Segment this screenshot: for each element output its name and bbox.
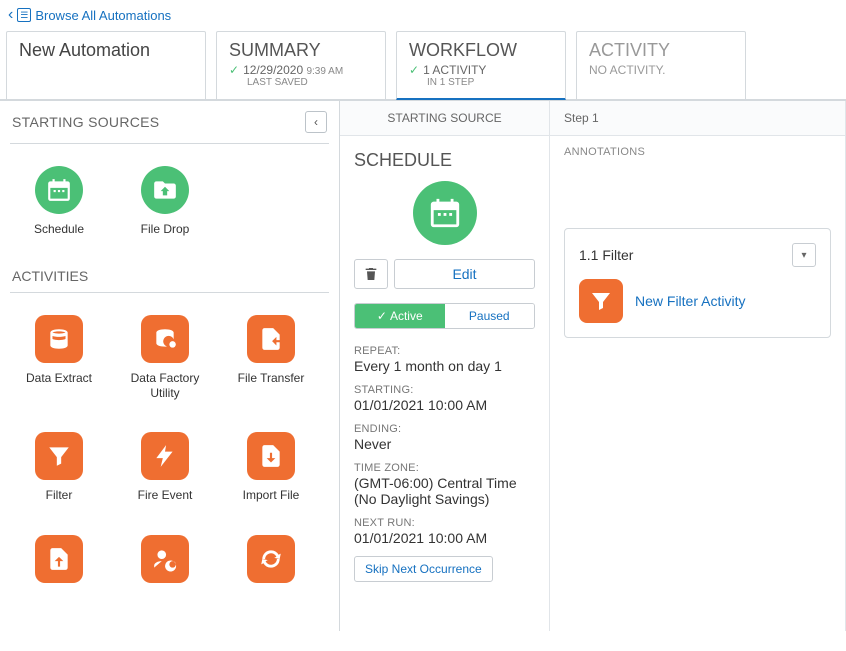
activity-tile-fileimport[interactable]: Import File [232,432,310,502]
usergear-icon [141,535,189,583]
activity-tile-fileup[interactable] [20,535,98,591]
starting-value: 01/01/2021 10:00 AM [354,397,535,413]
nextrun-label: NEXT RUN: [354,517,535,529]
activity-tab[interactable]: ACTIVITY NO ACTIVITY. [576,31,746,100]
workflow-line: ✓1 ACTIVITY [409,63,553,77]
activity-tile-filetransfer[interactable]: File Transfer [232,315,310,400]
source-tile-calendar[interactable]: Schedule [20,166,98,236]
db-icon [35,315,83,363]
calendar-icon [413,181,477,245]
nextrun-value: 01/01/2021 10:00 AM [354,530,535,546]
funnel-icon [35,432,83,480]
summary-title: SUMMARY [229,40,373,61]
dbgear-icon [141,315,189,363]
tile-label: Import File [243,488,300,502]
canvas-pane: STARTING SOURCE SCHEDULE Edit ✓Active Pa… [340,101,846,631]
breadcrumb-link[interactable]: Browse All Automations [35,8,171,23]
palette-pane: STARTING SOURCES ‹ Schedule File Drop ACT… [0,101,340,631]
annotations-label: ANNOTATIONS [550,136,845,168]
summary-date-line: ✓12/29/2020 9:39 AM [229,63,373,77]
tile-label: Schedule [34,222,84,236]
tile-label: Data Extract [26,371,92,385]
summary-tab[interactable]: SUMMARY ✓12/29/2020 9:39 AM LAST SAVED [216,31,386,100]
starting-label: STARTING: [354,384,535,396]
tile-label: File Transfer [238,371,305,385]
starting-sources-label: STARTING SOURCES [12,114,159,130]
refresh-icon [247,535,295,583]
status-active[interactable]: ✓Active [355,304,445,328]
status-toggle[interactable]: ✓Active Paused [354,303,535,329]
workflow-title: WORKFLOW [409,40,553,61]
tile-label: Fire Event [138,488,193,502]
activity-tile-refresh[interactable] [232,535,310,591]
tile-label: Data Factory Utility [126,371,204,400]
activity-name[interactable]: New Filter Activity [635,292,745,310]
ending-label: ENDING: [354,423,535,435]
activity-title: ACTIVITY [589,40,733,61]
tile-label: File Drop [141,222,190,236]
fileimport-icon [247,432,295,480]
activity-menu-button[interactable]: ▾ [792,243,816,267]
activities-label: ACTIVITIES [0,254,339,288]
status-paused[interactable]: Paused [445,304,535,328]
tile-label: Filter [46,488,73,502]
collapse-palette-button[interactable]: ‹ [305,111,327,133]
check-icon: ✓ [409,63,419,77]
activity-sub: NO ACTIVITY. [589,63,733,77]
bolt-icon [141,432,189,480]
workflow-tab[interactable]: WORKFLOW ✓1 ACTIVITY IN 1 STEP [396,31,566,100]
repeat-label: REPEAT: [354,345,535,357]
calendar-icon [35,166,83,214]
timezone-value: (GMT-06:00) Central Time (No Daylight Sa… [354,475,535,507]
activity-tile-usergear[interactable] [126,535,204,591]
activity-tile-bolt[interactable]: Fire Event [126,432,204,502]
back-chevron-icon[interactable]: ‹ [8,6,13,24]
activity-tile-db[interactable]: Data Extract [20,315,98,400]
ending-value: Never [354,436,535,452]
funnel-icon [579,279,623,323]
source-tile-folder[interactable]: File Drop [126,166,204,236]
step-activity-card[interactable]: 1.1 Filter ▾ New Filter Activity [564,228,831,338]
automation-name-card[interactable]: New Automation [6,31,206,100]
activity-number: 1.1 Filter [579,247,633,263]
summary-saved: LAST SAVED [229,77,373,88]
skip-next-occurrence-button[interactable]: Skip Next Occurrence [354,556,493,582]
delete-schedule-button[interactable] [354,259,388,289]
check-icon: ✓ [229,63,239,77]
starting-source-col-head: STARTING SOURCE [340,101,549,136]
step1-col-head: Step 1 [550,101,845,136]
automations-list-icon: ☰ [17,8,31,22]
filetransfer-icon [247,315,295,363]
schedule-title: SCHEDULE [354,150,535,171]
activity-tile-dbgear[interactable]: Data Factory Utility [126,315,204,400]
workflow-sub: IN 1 STEP [409,77,553,88]
repeat-value: Every 1 month on day 1 [354,358,535,374]
fileup-icon [35,535,83,583]
folder-icon [141,166,189,214]
activity-tile-funnel[interactable]: Filter [20,432,98,502]
timezone-label: TIME ZONE: [354,462,535,474]
automation-name: New Automation [19,40,193,61]
edit-schedule-button[interactable]: Edit [394,259,535,289]
